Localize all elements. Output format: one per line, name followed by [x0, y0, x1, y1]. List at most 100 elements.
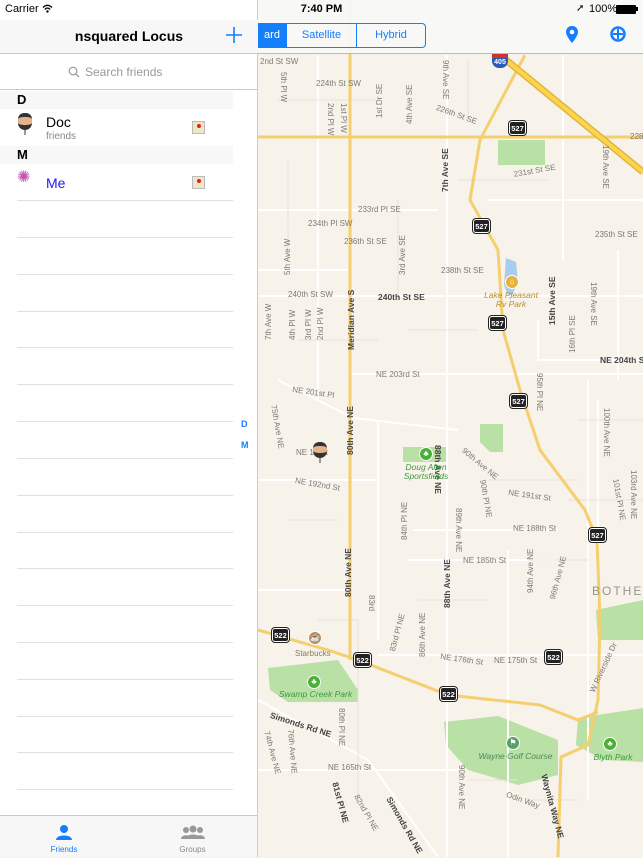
friend-name: Doc	[46, 114, 71, 130]
tab-friends[interactable]: Friends	[0, 816, 128, 858]
park-area	[480, 424, 503, 452]
row-divider	[17, 384, 233, 385]
tab-label: Groups	[179, 845, 206, 854]
street-label: 19th Ave SE	[589, 282, 598, 326]
park-tree-icon[interactable]: ♣	[307, 675, 321, 689]
locate-icon[interactable]	[610, 26, 626, 42]
map-type-segmented-control[interactable]: ard Satellite Hybrid	[258, 23, 426, 48]
navigation-bar: nsquared Locus	[0, 20, 258, 54]
park-label[interactable]: Doug Allen Sportsfields	[396, 463, 456, 481]
row-divider	[17, 642, 233, 643]
friend-map-pin-doc[interactable]	[313, 442, 329, 468]
street-label: 2nd Pl W	[316, 307, 325, 340]
index-letter-m[interactable]: M	[241, 440, 249, 450]
street-label: 16th Pl SE	[568, 315, 577, 353]
street-label: 3rd Ave SE	[398, 235, 407, 275]
street-label: 238th St SE	[441, 266, 484, 275]
row-divider	[17, 237, 233, 238]
street-label: 100th Ave NE	[602, 408, 611, 457]
tab-bar: Friends Groups	[0, 815, 257, 857]
row-divider	[17, 347, 233, 348]
park-tree-icon[interactable]: ♣	[603, 737, 617, 751]
highway-shield: 522	[545, 650, 562, 664]
row-divider	[17, 532, 233, 533]
park-label[interactable]: Wayne Golf Course	[468, 752, 563, 761]
town-label: BOTHELL	[592, 584, 643, 598]
search-placeholder: Search friends	[85, 65, 163, 79]
highway-shield: 522	[272, 628, 289, 642]
street-label: 228	[630, 132, 643, 141]
street-label: 234th Pl SW	[308, 219, 353, 228]
golf-icon[interactable]: ⚑	[506, 736, 520, 750]
search-input[interactable]: Search friends	[68, 65, 162, 79]
street-label: 5th Pl W	[279, 72, 288, 103]
plus-icon[interactable]	[226, 27, 242, 43]
park-label[interactable]: Blyth Park	[588, 753, 638, 762]
search-bar[interactable]: Search friends	[0, 55, 258, 90]
row-divider	[17, 458, 233, 459]
street-label: 7th Ave W	[264, 303, 273, 340]
person-icon	[56, 825, 72, 840]
friend-row-me[interactable]: ✺ Me	[0, 164, 233, 201]
street-label: 19th Ave SE	[601, 145, 610, 189]
street-label: 233rd Pl SE	[358, 205, 401, 214]
highway-shield: 527	[473, 219, 490, 233]
row-divider	[17, 789, 233, 790]
location-pin-icon[interactable]	[565, 25, 579, 44]
park-label[interactable]: Lake Pleasant Rv Park	[480, 291, 542, 309]
street-label: 1st Dr SE	[375, 83, 384, 118]
segment-satellite[interactable]: Satellite	[286, 24, 356, 47]
street-label: 236th St SE	[344, 237, 387, 246]
segment-hybrid[interactable]: Hybrid	[356, 24, 425, 47]
street-label: NE 165th St	[328, 763, 372, 772]
map-view[interactable]: 2nd St SW 224th St SW 5th Pl W 2nd Pl W …	[258, 0, 643, 857]
street-label: 103rd Ave NE	[629, 470, 638, 520]
poi-label[interactable]: Starbucks	[295, 649, 331, 658]
street-label: 88th Ave NE	[442, 559, 452, 608]
friend-row-doc[interactable]: Doc friends	[0, 109, 233, 146]
street-label: 224th St SW	[316, 79, 361, 88]
friend-name: Me	[46, 175, 66, 191]
rv-park-icon[interactable]: ⌂	[505, 275, 519, 289]
segment-standard[interactable]: ard	[258, 24, 286, 47]
row-divider	[17, 605, 233, 606]
street-label: 240th St SE	[378, 292, 425, 302]
index-letter-d[interactable]: D	[241, 419, 248, 429]
page-title: nsquared Locus	[74, 28, 184, 44]
clock: 7:40 PM	[300, 3, 343, 15]
street-label: 80th Ave NE	[343, 548, 353, 597]
park-tree-icon[interactable]: ♣	[419, 447, 433, 461]
street-label: NE 203rd St	[376, 370, 420, 379]
street-label: 80th Ave NE	[345, 406, 355, 455]
street-label: 240th St SW	[288, 290, 333, 299]
row-divider	[17, 495, 233, 496]
show-on-map-icon[interactable]	[192, 176, 205, 189]
highway-shield: 527	[489, 316, 506, 330]
street-label: 86th Ave NE	[418, 612, 427, 657]
row-divider	[17, 421, 233, 422]
highway-shield: 527	[510, 394, 527, 408]
highway-shield: 527	[509, 121, 526, 135]
pink-flower-avatar: ✺	[17, 169, 31, 186]
location-arrow-icon: ➚	[576, 3, 585, 14]
highway-shield: 522	[440, 687, 457, 701]
park-area	[596, 600, 643, 640]
battery-percent: 100%	[589, 3, 618, 15]
street-label: 94th Ave NE	[526, 548, 535, 593]
street-label: 15th Ave SE	[547, 276, 557, 325]
street-label: NE 175th St	[494, 656, 538, 665]
coffee-icon[interactable]: ☕	[308, 631, 322, 645]
street-label: 95th Pl NE	[535, 373, 544, 412]
friends-panel: nsquared Locus Search friends D Doc frie…	[0, 0, 258, 857]
street-label: 1st Pl W	[339, 103, 348, 133]
row-divider	[17, 311, 233, 312]
street-label: 83rd	[367, 595, 376, 612]
row-divider	[17, 568, 233, 569]
bearded-man-avatar	[18, 113, 32, 139]
section-header: D	[0, 91, 233, 109]
friend-group: friends	[46, 131, 77, 142]
park-label[interactable]: Swamp Creek Park	[268, 690, 363, 699]
show-on-map-icon[interactable]	[192, 121, 205, 134]
tab-groups[interactable]: Groups	[128, 816, 257, 858]
street-label: NE 204th St	[600, 355, 643, 365]
